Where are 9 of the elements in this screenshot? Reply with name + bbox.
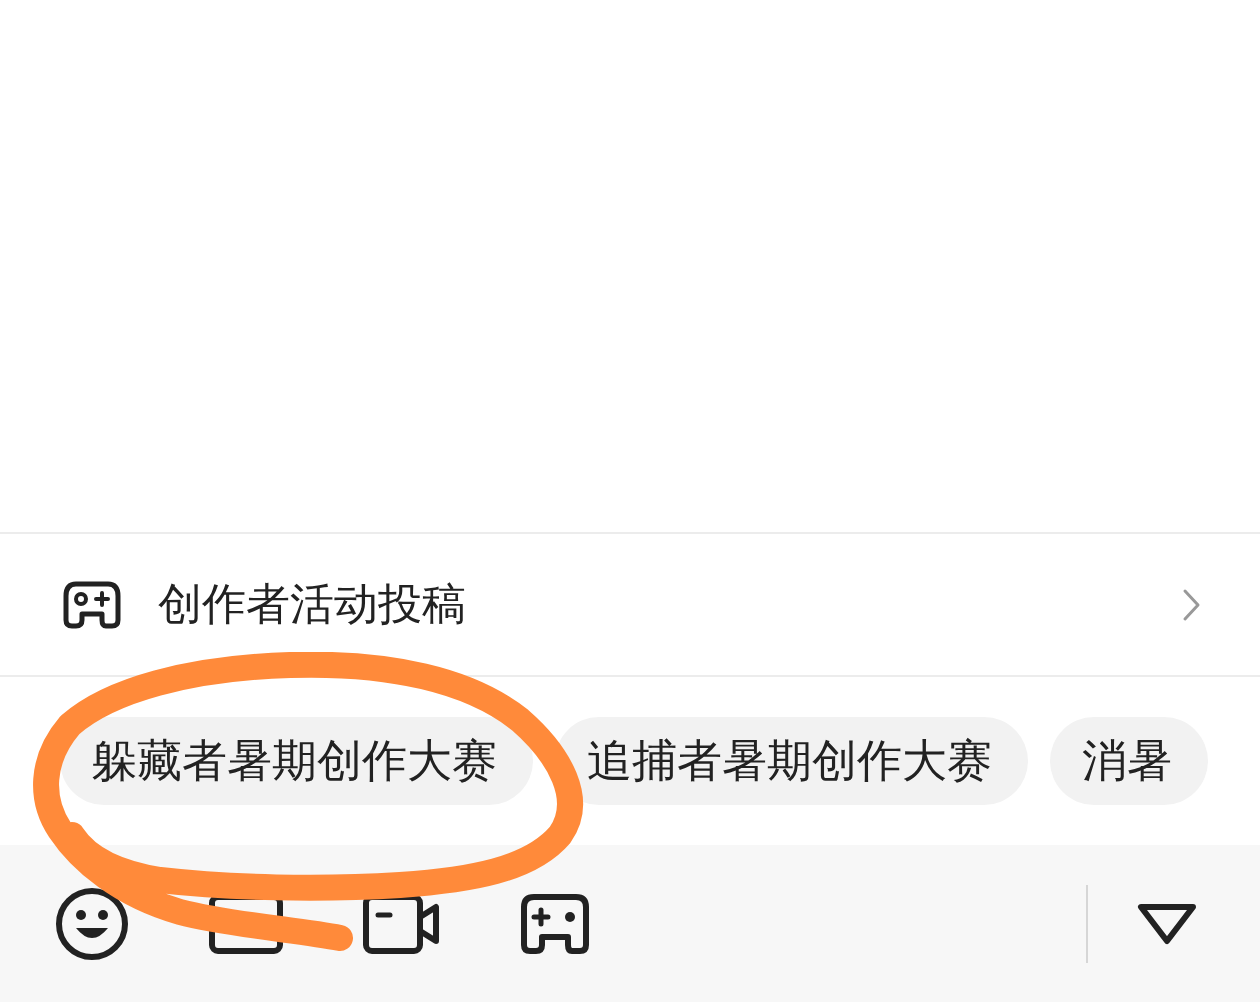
smiley-icon[interactable] xyxy=(54,885,130,962)
gamepad-icon xyxy=(62,579,122,630)
activity-row[interactable]: 创作者活动投稿 xyxy=(0,534,1260,677)
collapse-triangle-icon[interactable] xyxy=(1136,901,1198,946)
topic-chip[interactable]: 消暑 xyxy=(1050,717,1208,805)
topic-chip[interactable]: 躲藏者暑期创作大赛 xyxy=(60,717,533,805)
gamepad-icon[interactable] xyxy=(520,892,590,955)
row-label: 创作者活动投稿 xyxy=(158,577,467,631)
chevron-right-icon xyxy=(1182,587,1202,622)
